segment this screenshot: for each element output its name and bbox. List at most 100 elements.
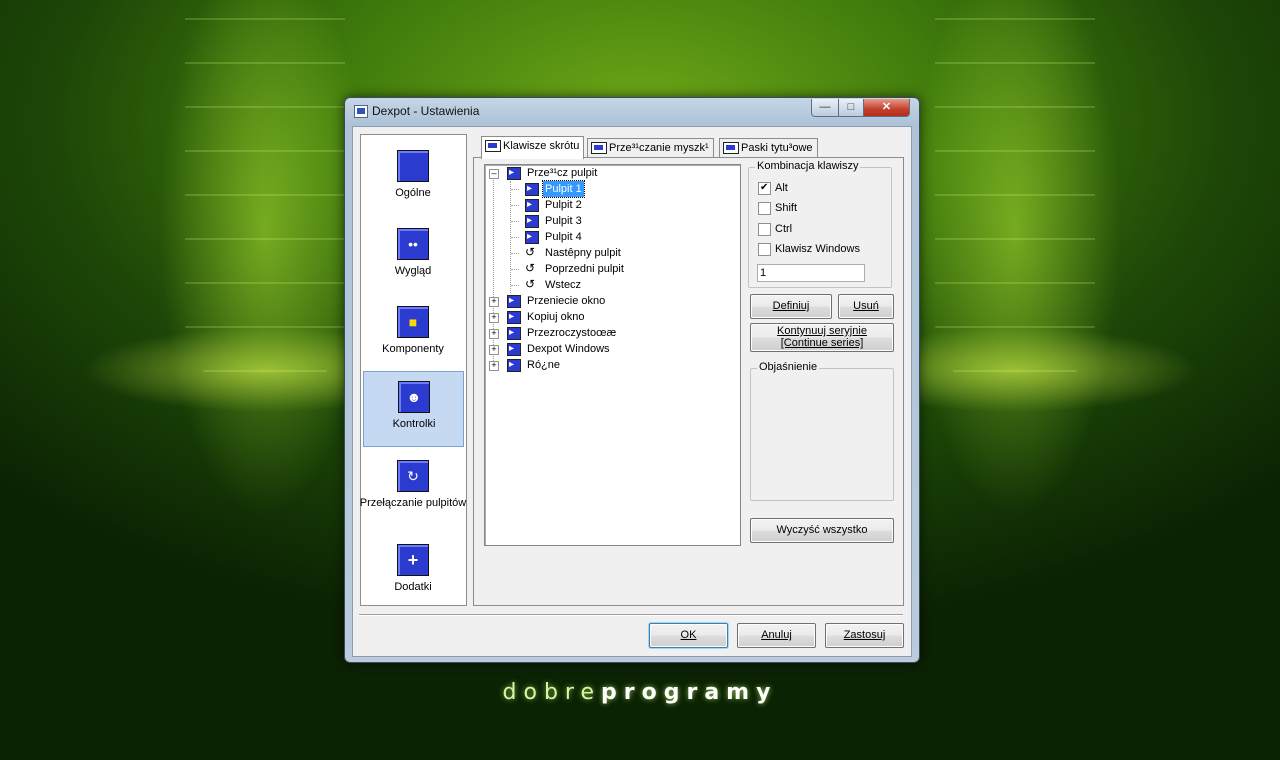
keyboard-icon	[485, 140, 501, 152]
tree-node-label: Wstecz	[545, 279, 582, 291]
expand-icon[interactable]: +	[489, 345, 499, 355]
undo-arrow-icon	[525, 276, 537, 292]
move-window-icon	[507, 293, 521, 309]
tab-label: Paski tytu³owe	[741, 142, 813, 154]
brand-light: dobre	[502, 680, 602, 705]
category-przelaczanie[interactable]: ↻ Przełączanie pulpitów	[360, 451, 466, 525]
tree-line	[511, 205, 519, 206]
continue-series-button[interactable]: Kontynuuj seryjnie [Continue series]	[750, 323, 894, 352]
tree-node-label: Przezroczystoœæ	[527, 327, 617, 339]
checkbox-box[interactable]	[758, 180, 771, 196]
tab-panel: – Prze³¹cz pulpit Pulpit 1 Pulpit 2	[473, 157, 904, 606]
define-button[interactable]: Definiuj	[750, 294, 832, 319]
tab-klawisze-skrotu[interactable]: Klawisze skrótu	[481, 136, 585, 159]
category-label: Komponenty	[382, 343, 444, 355]
tree-node-label: Pulpit 1	[542, 180, 585, 198]
minimize-button[interactable]: —	[811, 99, 839, 117]
maximize-button[interactable]: □	[838, 99, 864, 117]
expand-icon[interactable]: +	[489, 361, 499, 371]
switch-icon: ↻	[397, 460, 429, 492]
tree-node-label: Przeniecie okno	[527, 295, 606, 307]
category-komponenty[interactable]: ■ Komponenty	[363, 297, 463, 371]
clear-all-button[interactable]: Wyczyść wszystko	[750, 518, 894, 543]
ok-button[interactable]: OK	[649, 623, 728, 648]
expand-icon[interactable]: +	[489, 313, 499, 323]
tree-node-label: Nastêpny pulpit	[545, 247, 621, 259]
checkbox-label: Alt	[775, 182, 788, 194]
components-icon: ■	[397, 306, 429, 338]
tree-line	[511, 189, 519, 190]
tree-node-label: Kopiuj okno	[527, 311, 585, 323]
cursor-icon	[525, 181, 539, 197]
button-label: Wyczyść wszystko	[776, 524, 868, 536]
mouse-icon	[591, 142, 607, 154]
category-label: Dodatki	[394, 581, 432, 593]
key-input[interactable]: 1	[757, 264, 865, 282]
tree-node-label: Pulpit 3	[545, 215, 582, 227]
tree-line	[511, 285, 519, 286]
button-label: Usuń	[853, 300, 879, 312]
tree-node-label: Dexpot Windows	[527, 343, 610, 355]
button-label: [Continue series]	[780, 337, 864, 349]
tab-label: Prze³¹czanie myszk¹	[609, 142, 709, 154]
tab-paski-tytulowe[interactable]: Paski tytu³owe	[719, 138, 818, 158]
button-label: Kontynuuj seryjnie	[777, 325, 867, 337]
remove-button[interactable]: Usuń	[838, 294, 894, 319]
controls-icon: ☻	[398, 381, 430, 413]
category-label: Przełączanie pulpitów	[359, 497, 467, 509]
cursor-icon	[507, 165, 521, 181]
tree-node-label: Poprzedni pulpit	[545, 263, 624, 275]
key-combination-group: Kombinacja klawiszy Alt Shift Ctrl Klawi…	[748, 160, 892, 288]
category-kontrolki[interactable]: ☻ Kontrolki	[363, 371, 464, 447]
cursor-icon	[525, 229, 539, 245]
category-label: Ogólne	[395, 187, 431, 199]
window-title: Dexpot - Ustawienia	[372, 104, 480, 118]
windows-icon	[507, 341, 521, 357]
tree-line	[511, 237, 519, 238]
footer-separator	[359, 614, 903, 616]
background-pillar-left	[185, 0, 345, 400]
checkbox-box[interactable]	[758, 202, 771, 215]
category-wyglad[interactable]: •• Wygląd	[363, 219, 463, 293]
tree-line	[511, 221, 519, 222]
tree-node-label: Ró¿ne	[527, 359, 561, 371]
cancel-button[interactable]: Anuluj	[737, 623, 816, 648]
transparency-icon	[507, 325, 521, 341]
redo-arrow-icon	[525, 244, 537, 260]
group-legend: Kombinacja klawiszy	[755, 160, 861, 172]
apply-button[interactable]: Zastosuj	[825, 623, 904, 648]
checkbox-label: Klawisz Windows	[775, 243, 860, 255]
tree-node-label: Pulpit 4	[545, 231, 582, 243]
copy-window-icon	[507, 309, 521, 325]
tree-node-label: Prze³¹cz pulpit	[527, 167, 598, 179]
brand-bold: programy	[601, 680, 778, 705]
category-list: Ogólne •• Wygląd ■ Komponenty ☻ Kontrolk…	[360, 134, 467, 606]
brand-logo: dobreprogramy	[0, 680, 1280, 705]
category-label: Kontrolki	[392, 418, 436, 430]
category-ogolne[interactable]: Ogólne	[363, 141, 463, 215]
button-label: Anuluj	[761, 629, 792, 641]
checkbox-box[interactable]	[758, 243, 771, 256]
tab-label: Klawisze skrótu	[503, 140, 580, 152]
titlebar-icon	[723, 142, 739, 154]
cursor-icon	[525, 213, 539, 229]
app-icon	[354, 105, 368, 118]
cursor-icon	[525, 197, 539, 213]
close-button[interactable]: ✕	[863, 99, 910, 117]
collapse-icon[interactable]: –	[489, 169, 499, 179]
expand-icon[interactable]: +	[489, 329, 499, 339]
checkbox-box[interactable]	[758, 223, 771, 236]
checkbox-label: Ctrl	[775, 223, 793, 235]
title-bar[interactable]: Dexpot - Ustawienia — □ ✕	[345, 98, 919, 124]
hotkey-tree[interactable]: – Prze³¹cz pulpit Pulpit 1 Pulpit 2	[484, 164, 741, 546]
monitor-icon	[397, 150, 429, 182]
eyes-icon: ••	[397, 228, 429, 260]
explanation-group: Objaśnienie	[750, 361, 894, 501]
window-client: Ogólne •• Wygląd ■ Komponenty ☻ Kontrolk…	[352, 126, 912, 657]
category-label: Wygląd	[394, 265, 432, 277]
category-dodatki[interactable]: + Dodatki	[363, 535, 463, 609]
tab-przelaczanie-myszka[interactable]: Prze³¹czanie myszk¹	[587, 138, 714, 158]
tree-line	[511, 253, 519, 254]
expand-icon[interactable]: +	[489, 297, 499, 307]
undo-arrow-icon	[525, 260, 537, 276]
